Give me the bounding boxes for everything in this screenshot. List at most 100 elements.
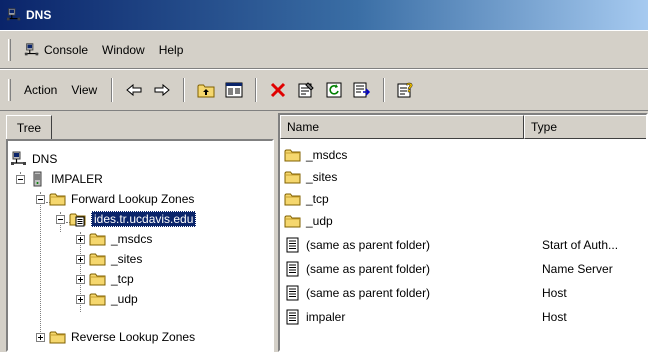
expand-toggle[interactable] (76, 254, 85, 264)
forward-arrow-icon (154, 83, 170, 97)
list-item-type: Start of Auth... (542, 238, 619, 252)
list-item-name: _msdcs (306, 148, 348, 162)
tree-connector (40, 192, 41, 342)
list-item[interactable]: _sites (284, 167, 644, 187)
list-item[interactable]: impaler Host (284, 307, 644, 327)
forward-button[interactable] (150, 78, 174, 102)
column-header-name[interactable]: Name (280, 115, 524, 139)
toolbar-separator (111, 78, 114, 102)
list-item-type: Host (542, 286, 567, 300)
folder-icon (284, 191, 302, 207)
tree-item-forward-lookup-zones[interactable]: Forward Lookup Zones (36, 189, 194, 209)
menu-console[interactable]: Console (17, 40, 95, 60)
server-icon (29, 171, 47, 187)
menu-grip[interactable] (8, 38, 11, 61)
dns-icon (6, 7, 22, 23)
svg-text:?: ? (406, 81, 413, 95)
title-bar[interactable]: DNS (0, 0, 648, 30)
tree-item-label: _sites (111, 252, 143, 266)
up-one-level-button[interactable] (194, 78, 218, 102)
list-item-name: _sites (306, 170, 338, 184)
back-arrow-icon (126, 83, 142, 97)
toolbar: Action View ? (0, 69, 648, 111)
record-icon (284, 261, 302, 277)
details-pane[interactable]: Name Type _msdcs _sites _tcp _udp (same … (278, 113, 648, 352)
refresh-icon (326, 82, 342, 98)
up-folder-icon (197, 84, 215, 98)
list-item[interactable]: _udp (284, 211, 644, 231)
collapse-toggle[interactable] (36, 194, 45, 204)
folder-icon (89, 291, 107, 307)
zone-icon (69, 211, 87, 227)
expand-toggle[interactable] (76, 274, 85, 284)
tree-item-label: DNS (32, 152, 58, 166)
menu-window[interactable]: Window (95, 41, 152, 59)
show-tree-icon (225, 82, 243, 98)
action-menu[interactable]: Action (17, 81, 64, 99)
list-item-type: Host (542, 310, 567, 324)
tab-tree-label: Tree (16, 120, 42, 135)
menu-bar: Console Window Help (0, 30, 648, 69)
delete-button[interactable] (266, 78, 290, 102)
tree-item-label: _tcp (111, 272, 134, 286)
export-list-icon (353, 82, 371, 98)
list-item-type: Name Server (542, 262, 613, 276)
column-header-type[interactable]: Type (524, 115, 646, 139)
menu-console-label: Console (44, 42, 89, 57)
list-item-name: impaler (306, 310, 346, 324)
window-title: DNS (26, 8, 52, 22)
view-menu[interactable]: View (64, 81, 104, 99)
tab-tree[interactable]: Tree (6, 115, 52, 139)
delete-icon (271, 82, 286, 98)
folder-icon (284, 213, 302, 229)
folder-icon (89, 271, 107, 287)
tree-item-dns[interactable]: DNS (10, 149, 57, 169)
list-item[interactable]: _tcp (284, 189, 644, 209)
export-list-button[interactable] (350, 78, 374, 102)
console-icon (24, 42, 40, 58)
tree-item-udp[interactable]: _udp (76, 289, 138, 309)
help-button[interactable]: ? (394, 78, 418, 102)
list-item-name: _udp (306, 214, 333, 228)
list-item[interactable]: (same as parent folder) Host (284, 283, 644, 303)
tree-item-zone-ides[interactable]: ides.tr.ucdavis.edu (56, 209, 197, 229)
list-item-name: (same as parent folder) (306, 286, 431, 300)
expand-toggle[interactable] (76, 234, 85, 244)
back-button[interactable] (122, 78, 146, 102)
show-hide-tree-button[interactable] (222, 78, 246, 102)
expand-toggle[interactable] (36, 332, 45, 342)
record-icon (284, 309, 302, 325)
tree-item-impaler[interactable]: IMPALER (16, 169, 103, 189)
dns-icon (10, 151, 28, 167)
record-icon (284, 237, 302, 253)
folder-icon (89, 231, 107, 247)
tree-item-msdcs[interactable]: _msdcs (76, 229, 152, 249)
menu-help[interactable]: Help (152, 41, 191, 59)
collapse-toggle[interactable] (56, 214, 65, 224)
tree-item-tcp[interactable]: _tcp (76, 269, 134, 289)
folder-icon (284, 147, 302, 163)
expand-toggle[interactable] (76, 294, 85, 304)
list-item-name: _tcp (306, 192, 329, 206)
tree-item-label: Forward Lookup Zones (71, 192, 195, 206)
tree-item-reverse-lookup-zones[interactable]: Reverse Lookup Zones (36, 327, 195, 347)
tree-item-label: IMPALER (51, 172, 103, 186)
folder-icon (49, 191, 67, 207)
toolbar-grip[interactable] (8, 79, 11, 101)
collapse-toggle[interactable] (16, 174, 25, 184)
toolbar-separator (255, 78, 258, 102)
properties-button[interactable] (294, 78, 318, 102)
tree-item-label: _msdcs (111, 232, 153, 246)
refresh-button[interactable] (322, 78, 346, 102)
tree-item-label: _udp (111, 292, 138, 306)
list-item-name: (same as parent folder) (306, 238, 431, 252)
properties-icon (298, 82, 314, 98)
list-item[interactable]: _msdcs (284, 145, 644, 165)
tree-item-sites[interactable]: _sites (76, 249, 142, 269)
folder-icon (49, 329, 67, 345)
menu-window-label: Window (102, 42, 145, 57)
tree-pane[interactable]: DNS IMPALER Forward Lookup Zones ides.tr… (6, 139, 274, 352)
list-item[interactable]: (same as parent folder) Start of Auth... (284, 235, 644, 255)
toolbar-separator (183, 78, 186, 102)
list-item[interactable]: (same as parent folder) Name Server (284, 259, 644, 279)
